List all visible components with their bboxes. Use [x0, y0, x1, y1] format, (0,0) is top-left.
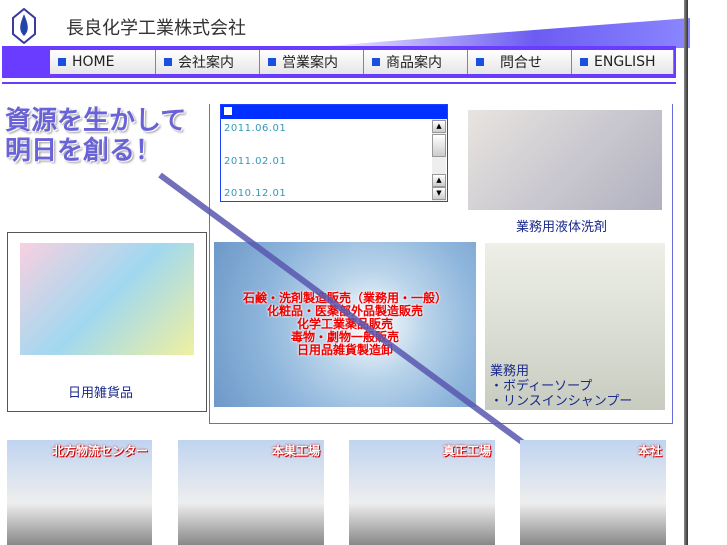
bullet-icon — [476, 58, 484, 66]
nav-bar: HOME 会社案内 営業案内 商品案内 問合せ ENGLISH — [2, 46, 676, 78]
nav-contact[interactable]: 問合せ — [468, 50, 572, 74]
nav-english[interactable]: ENGLISH — [572, 50, 674, 74]
building-caption: 本社 — [637, 444, 662, 458]
bullet-icon — [580, 58, 588, 66]
news-header — [221, 105, 447, 119]
news-date[interactable]: 2011.02.01 — [224, 156, 286, 167]
building-caption: 真正工場 — [442, 444, 491, 458]
scroll-up-icon[interactable]: ▲ — [432, 174, 446, 187]
liquid-detergent-photo[interactable] — [468, 110, 662, 210]
building-photo-kitagata[interactable]: 北方物流センター — [7, 440, 152, 545]
news-date[interactable]: 2010.12.01 — [224, 188, 286, 199]
company-logo — [12, 8, 36, 44]
business-banner: 石鹸・洗剤製造販売（業務用・一般） 化粧品・医薬部外品製造販売 化学工業薬品販売… — [214, 242, 476, 407]
daily-goods-photo[interactable] — [20, 243, 194, 355]
building-photo-shinsei[interactable]: 真正工場 — [349, 440, 495, 545]
page-edge — [684, 0, 688, 545]
checkbox-icon — [224, 107, 232, 115]
body-soap-caption[interactable]: 業務用 ・ボディーソープ ・リンスインシャンプー — [490, 364, 632, 409]
nav-company[interactable]: 会社案内 — [156, 50, 260, 74]
nav-products[interactable]: 商品案内 — [364, 50, 468, 74]
nav-label: 会社案内 — [178, 55, 234, 71]
slogan-line: 資源を生かして — [5, 106, 187, 136]
business-line: 日用品雑貨製造卸 — [296, 343, 393, 357]
building-caption: 北方物流センター — [51, 444, 148, 458]
scroll-up-icon[interactable]: ▲ — [432, 120, 446, 133]
bullet-icon — [268, 58, 276, 66]
nav-label: 問合せ — [500, 55, 542, 71]
nav-business[interactable]: 営業案内 — [260, 50, 364, 74]
nav-home[interactable]: HOME — [50, 50, 156, 74]
slogan-line: 明日を創る！ — [5, 136, 162, 166]
nav-label: 営業案内 — [282, 55, 338, 71]
building-photo-motosu[interactable]: 本巣工場 — [178, 440, 324, 545]
news-box: 2011.06.01 2011.02.01 2010.12.01 ▲ ▲ ▼ — [220, 104, 448, 202]
daily-goods-panel: 日用雑貨品 — [7, 232, 207, 412]
slogan: 資源を生かして 明日を創る！ — [5, 106, 186, 166]
scroll-down-icon[interactable]: ▼ — [432, 187, 446, 200]
caption-line: ・リンスインシャンプー — [490, 394, 633, 409]
nav-label: 商品案内 — [386, 55, 442, 71]
news-date[interactable]: 2011.06.01 — [224, 123, 286, 134]
caption-line: 業務用 — [490, 364, 530, 379]
bullet-icon — [58, 58, 66, 66]
building-caption: 本巣工場 — [271, 444, 320, 458]
nav-label: ENGLISH — [594, 54, 656, 70]
divider — [2, 82, 676, 84]
caption-line: ・ボディーソープ — [490, 379, 593, 394]
company-name: 長良化学工業株式会社 — [66, 18, 246, 39]
header-decoration — [300, 18, 690, 48]
bullet-icon — [372, 58, 380, 66]
news-scrollbar[interactable]: ▲ ▲ ▼ — [432, 119, 446, 201]
building-photo-headquarters[interactable]: 本社 — [520, 440, 666, 545]
nav-label: HOME — [72, 54, 115, 70]
scroll-thumb[interactable] — [432, 134, 446, 157]
daily-goods-caption[interactable]: 日用雑貨品 — [68, 382, 133, 401]
liquid-detergent-caption[interactable]: 業務用液体洗剤 — [516, 216, 607, 235]
bullet-icon — [164, 58, 172, 66]
